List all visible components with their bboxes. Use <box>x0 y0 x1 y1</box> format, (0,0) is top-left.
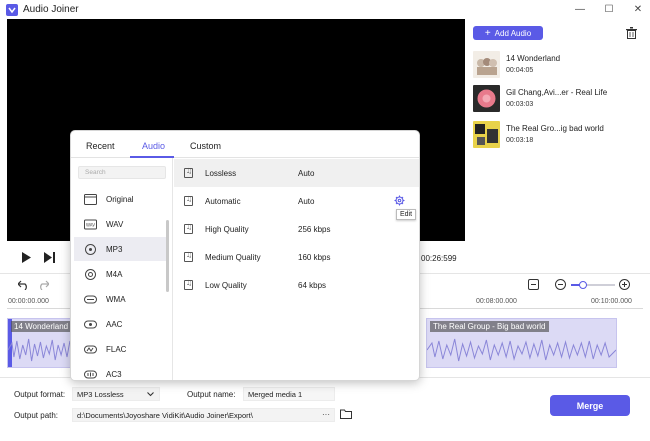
merge-button[interactable]: Merge <box>550 395 630 416</box>
next-frame-icon[interactable] <box>44 252 56 263</box>
title-bar: Audio Joiner — ☐ ✕ <box>0 0 650 19</box>
edit-tooltip: Edit <box>396 209 417 220</box>
music-note-icon <box>184 251 193 262</box>
undo-icon[interactable] <box>18 279 30 290</box>
minimize-icon[interactable]: — <box>574 2 586 16</box>
ruler-tick: 00:08:00.000 <box>476 298 517 305</box>
original-format-icon <box>84 193 97 205</box>
wav-format-icon: WAV <box>84 219 97 229</box>
music-note-icon <box>184 167 193 178</box>
format-search-input[interactable]: Search <box>78 166 166 179</box>
plus-icon: + <box>484 27 491 39</box>
audio-track-item[interactable]: The Real Gro...ig bad world 00:03:18 <box>473 119 643 149</box>
aac-format-icon <box>84 320 97 328</box>
zoom-slider[interactable] <box>571 281 615 289</box>
zoom-in-icon[interactable] <box>619 279 630 290</box>
folder-icon[interactable] <box>340 409 352 419</box>
audio-list-panel: + Add Audio 14 Wonderland 00:04:05 Gil C… <box>466 19 650 269</box>
album-cover <box>473 50 500 78</box>
m4a-format-icon <box>85 268 96 280</box>
browse-button[interactable]: ··· <box>322 410 330 419</box>
mp3-format-icon <box>85 243 96 255</box>
output-format-select[interactable]: MP3 Lossless <box>72 387 160 401</box>
audio-track-item[interactable]: Gil Chang,Avi...er - Real Life 00:03:03 <box>473 83 643 113</box>
output-format-label: Output format: <box>14 390 66 399</box>
format-item-ac3[interactable]: AC3 <box>74 362 166 380</box>
output-path-input[interactable]: d:\Documents\Joyoshare VidiKit\Audio Joi… <box>72 408 335 422</box>
clip-label: The Real Group - Big bad world <box>430 321 549 332</box>
total-time: 00:26:599 <box>421 254 457 263</box>
timeline-clip[interactable]: The Real Group - Big bad world <box>426 318 617 368</box>
format-item-mp3[interactable]: MP3 <box>74 237 166 261</box>
ruler-tick: 00:10:00.000 <box>591 298 632 305</box>
quality-option[interactable]: High Quality 256 kbps <box>174 215 419 243</box>
format-item-aac[interactable]: AAC <box>74 312 166 336</box>
music-note-icon <box>184 195 193 206</box>
format-item-m4a[interactable]: M4A <box>74 262 166 286</box>
audio-track-item[interactable]: 14 Wonderland 00:04:05 <box>473 49 643 79</box>
format-item-wav[interactable]: WAV WAV <box>74 212 166 236</box>
tab-recent[interactable]: Recent <box>86 141 115 151</box>
fit-timeline-icon[interactable] <box>528 279 539 290</box>
format-item-flac[interactable]: FLAC <box>74 337 166 361</box>
format-popup: Recent Audio Custom Search Original WAV … <box>70 130 420 381</box>
music-note-icon <box>184 223 193 234</box>
track-duration: 00:04:05 <box>506 67 534 74</box>
album-cover <box>473 120 500 148</box>
close-icon[interactable]: ✕ <box>632 2 644 16</box>
output-name-label: Output name: <box>187 390 236 399</box>
add-audio-button[interactable]: + Add Audio <box>473 26 543 40</box>
track-name: Gil Chang,Avi...er - Real Life <box>506 88 608 97</box>
play-icon[interactable] <box>21 252 31 263</box>
chevron-down-icon <box>147 392 154 397</box>
maximize-icon[interactable]: ☐ <box>603 2 615 16</box>
format-item-original[interactable]: Original <box>74 187 166 211</box>
trash-icon[interactable] <box>626 27 637 39</box>
album-cover <box>473 84 500 112</box>
track-name: The Real Gro...ig bad world <box>506 124 604 133</box>
waveform <box>427 338 616 362</box>
zoom-slider-knob[interactable] <box>579 281 588 289</box>
format-tabs: Recent Audio Custom <box>71 131 419 158</box>
format-item-wma[interactable]: WMA <box>74 287 166 311</box>
output-settings: Output format: MP3 Lossless Output name:… <box>0 378 650 441</box>
format-list: Search Original WAV WAV MP3 M4A WMA AAC … <box>71 158 173 380</box>
music-note-icon <box>184 279 193 290</box>
output-name-input[interactable]: Merged media 1 <box>243 387 335 401</box>
window-title: Audio Joiner <box>23 4 79 15</box>
wma-format-icon <box>84 295 97 303</box>
clip-label: 14 Wonderland <box>11 321 72 332</box>
ac3-format-icon <box>84 370 97 378</box>
gear-icon[interactable] <box>394 195 405 206</box>
track-duration: 00:03:03 <box>506 101 534 108</box>
quality-list: Lossless Auto Automatic Auto High Qualit… <box>174 158 419 380</box>
tab-audio[interactable]: Audio <box>142 141 165 151</box>
zoom-out-icon[interactable] <box>555 279 566 290</box>
flac-format-icon <box>84 345 97 353</box>
ruler-tick: 00:00:00.000 <box>8 298 49 305</box>
tab-custom[interactable]: Custom <box>190 141 221 151</box>
track-duration: 00:03:18 <box>506 137 534 144</box>
output-path-label: Output path: <box>14 411 59 420</box>
format-list-scrollbar[interactable] <box>166 220 169 292</box>
redo-icon[interactable] <box>37 279 49 290</box>
svg-text:WAV: WAV <box>86 222 95 227</box>
quality-option[interactable]: Automatic Auto <box>174 187 419 215</box>
quality-option[interactable]: Lossless Auto <box>174 159 419 187</box>
app-logo-icon <box>6 3 18 16</box>
track-name: 14 Wonderland <box>506 54 561 63</box>
quality-option[interactable]: Medium Quality 160 kbps <box>174 243 419 271</box>
quality-option[interactable]: Low Quality 64 kbps <box>174 271 419 299</box>
